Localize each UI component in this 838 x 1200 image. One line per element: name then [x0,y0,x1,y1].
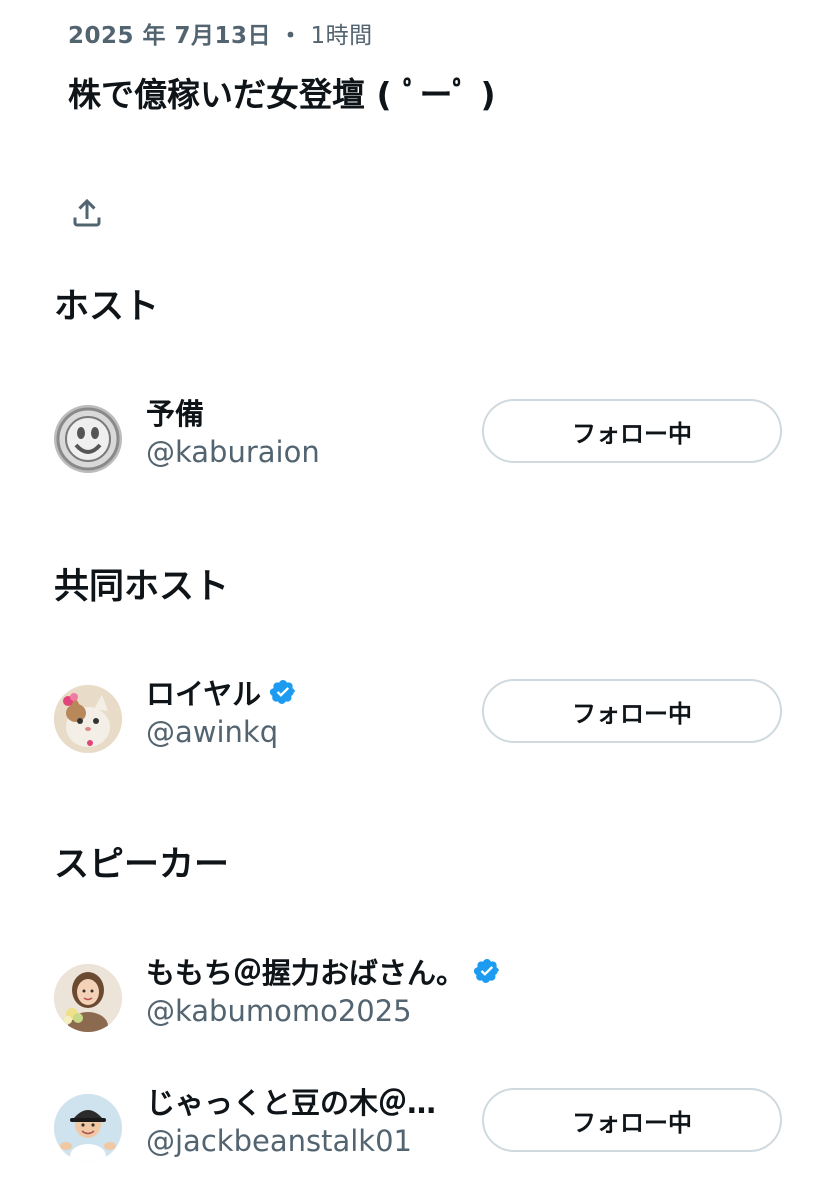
space-date: 2025 年 7月13日 [68,23,272,49]
avatar-image-man-cap [54,1094,122,1162]
person-name-text: ももち＠握力おばさん。 [146,956,466,990]
avatar[interactable] [54,405,122,473]
speaker-row[interactable]: じゃっくと豆の木＠… @jackbeanstalk01 フォロー中 [54,1086,794,1164]
person-name: ロイヤル [146,671,297,713]
section-heading-cohost: 共同ホスト [54,567,230,607]
avatar-image-woman [54,964,122,1032]
space-duration: 1時間 [310,23,373,49]
cohost-row[interactable]: ロイヤル @awinkq フォロー中 [54,677,794,755]
section-heading-speakers: スピーカー [54,845,230,885]
person-name: 予備 [146,391,204,433]
space-title: 株で億稼いだ女登壇 ( ﾟーﾟ ) [68,75,496,114]
share-button[interactable] [64,190,110,236]
person-name-text: じゃっくと豆の木＠… [146,1086,437,1120]
host-row[interactable]: 予備 @kaburaion フォロー中 [54,397,794,475]
following-button[interactable]: フォロー中 [482,679,782,743]
person-handle: @jackbeanstalk01 [146,1124,412,1158]
person-name-text: 予備 [146,397,205,431]
avatar[interactable] [54,1094,122,1162]
space-meta: 2025 年 7月13日・ 1時間 [68,16,373,50]
person-handle: @kabumomo2025 [146,994,412,1028]
verified-badge-icon [473,959,499,983]
following-button[interactable]: フォロー中 [482,399,782,463]
person-handle: @kaburaion [146,435,320,469]
following-button[interactable]: フォロー中 [482,1088,782,1152]
avatar-image-coin [54,405,122,473]
person-name: じゃっくと豆の木＠… [146,1080,436,1122]
person-name-text: ロイヤル [146,677,262,711]
verified-badge-icon [270,680,296,704]
section-heading-host: ホスト [54,287,160,327]
avatar-image-cat [54,685,122,753]
share-upload-icon [73,198,101,227]
avatar[interactable] [54,964,122,1032]
avatar[interactable] [54,685,122,753]
person-handle: @awinkq [146,715,279,749]
meta-separator: ・ [279,23,303,49]
speaker-row[interactable]: ももち＠握力おばさん。 @kabumomo2025 [54,956,794,1034]
person-name: ももち＠握力おばさん。 [146,950,501,992]
